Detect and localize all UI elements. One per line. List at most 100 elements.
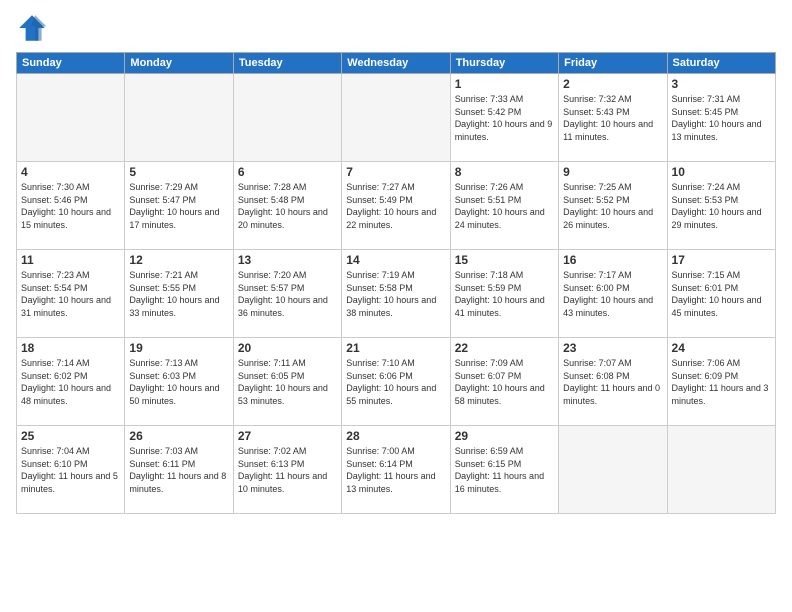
weekday-header: Sunday	[17, 53, 125, 74]
day-detail: Sunrise: 7:14 AMSunset: 6:02 PMDaylight:…	[21, 357, 120, 407]
day-number: 11	[21, 253, 120, 267]
calendar-cell: 20 Sunrise: 7:11 AMSunset: 6:05 PMDayligh…	[233, 338, 341, 426]
day-detail: Sunrise: 7:23 AMSunset: 5:54 PMDaylight:…	[21, 269, 120, 319]
day-number: 3	[672, 77, 771, 91]
day-detail: Sunrise: 7:04 AMSunset: 6:10 PMDaylight:…	[21, 445, 120, 495]
day-number: 27	[238, 429, 337, 443]
day-detail: Sunrise: 7:30 AMSunset: 5:46 PMDaylight:…	[21, 181, 120, 231]
weekday-header-row: SundayMondayTuesdayWednesdayThursdayFrid…	[17, 53, 776, 74]
weekday-header: Friday	[559, 53, 667, 74]
day-detail: Sunrise: 7:03 AMSunset: 6:11 PMDaylight:…	[129, 445, 228, 495]
weekday-header: Thursday	[450, 53, 558, 74]
calendar-cell: 4 Sunrise: 7:30 AMSunset: 5:46 PMDaylight…	[17, 162, 125, 250]
day-detail: Sunrise: 6:59 AMSunset: 6:15 PMDaylight:…	[455, 445, 554, 495]
day-number: 17	[672, 253, 771, 267]
day-number: 10	[672, 165, 771, 179]
day-detail: Sunrise: 7:02 AMSunset: 6:13 PMDaylight:…	[238, 445, 337, 495]
calendar-cell: 23 Sunrise: 7:07 AMSunset: 6:08 PMDayligh…	[559, 338, 667, 426]
day-detail: Sunrise: 7:24 AMSunset: 5:53 PMDaylight:…	[672, 181, 771, 231]
day-number: 26	[129, 429, 228, 443]
calendar-week-row: 18 Sunrise: 7:14 AMSunset: 6:02 PMDayligh…	[17, 338, 776, 426]
day-number: 28	[346, 429, 445, 443]
calendar-week-row: 4 Sunrise: 7:30 AMSunset: 5:46 PMDaylight…	[17, 162, 776, 250]
logo	[16, 12, 52, 44]
calendar-cell: 9 Sunrise: 7:25 AMSunset: 5:52 PMDaylight…	[559, 162, 667, 250]
weekday-header: Monday	[125, 53, 233, 74]
weekday-header: Tuesday	[233, 53, 341, 74]
calendar-cell: 26 Sunrise: 7:03 AMSunset: 6:11 PMDayligh…	[125, 426, 233, 514]
calendar-cell: 28Sunrise: 7:00 AMSunset: 6:14 PMDayligh…	[342, 426, 450, 514]
day-number: 18	[21, 341, 120, 355]
calendar-cell: 25Sunrise: 7:04 AMSunset: 6:10 PMDayligh…	[17, 426, 125, 514]
calendar-cell: 14Sunrise: 7:19 AMSunset: 5:58 PMDayligh…	[342, 250, 450, 338]
day-number: 2	[563, 77, 662, 91]
calendar-cell: 17 Sunrise: 7:15 AMSunset: 6:01 PMDayligh…	[667, 250, 775, 338]
calendar-cell: 5Sunrise: 7:29 AMSunset: 5:47 PMDaylight…	[125, 162, 233, 250]
day-detail: Sunrise: 7:17 AMSunset: 6:00 PMDaylight:…	[563, 269, 662, 319]
calendar-week-row: 1 Sunrise: 7:33 AMSunset: 5:42 PMDaylight…	[17, 74, 776, 162]
logo-icon	[16, 12, 48, 44]
day-detail: Sunrise: 7:33 AMSunset: 5:42 PMDaylight:…	[455, 93, 554, 143]
day-number: 22	[455, 341, 554, 355]
day-number: 1	[455, 77, 554, 91]
calendar-cell	[233, 74, 341, 162]
calendar-cell: 1 Sunrise: 7:33 AMSunset: 5:42 PMDaylight…	[450, 74, 558, 162]
calendar-cell: 10 Sunrise: 7:24 AMSunset: 5:53 PMDayligh…	[667, 162, 775, 250]
day-detail: Sunrise: 7:15 AMSunset: 6:01 PMDaylight:…	[672, 269, 771, 319]
day-number: 12	[129, 253, 228, 267]
day-number: 6	[238, 165, 337, 179]
calendar-cell: 22 Sunrise: 7:09 AMSunset: 6:07 PMDayligh…	[450, 338, 558, 426]
calendar-header: SundayMondayTuesdayWednesdayThursdayFrid…	[17, 53, 776, 74]
calendar-cell	[559, 426, 667, 514]
calendar-body: 1 Sunrise: 7:33 AMSunset: 5:42 PMDaylight…	[17, 74, 776, 514]
day-number: 23	[563, 341, 662, 355]
calendar-cell	[125, 74, 233, 162]
weekday-header: Wednesday	[342, 53, 450, 74]
day-detail: Sunrise: 7:18 AMSunset: 5:59 PMDaylight:…	[455, 269, 554, 319]
day-number: 7	[346, 165, 445, 179]
calendar-cell: 21Sunrise: 7:10 AMSunset: 6:06 PMDayligh…	[342, 338, 450, 426]
calendar-cell: 16 Sunrise: 7:17 AMSunset: 6:00 PMDayligh…	[559, 250, 667, 338]
day-detail: Sunrise: 7:28 AMSunset: 5:48 PMDaylight:…	[238, 181, 337, 231]
day-detail: Sunrise: 7:11 AMSunset: 6:05 PMDaylight:…	[238, 357, 337, 407]
calendar-table: SundayMondayTuesdayWednesdayThursdayFrid…	[16, 52, 776, 514]
day-detail: Sunrise: 7:32 AMSunset: 5:43 PMDaylight:…	[563, 93, 662, 143]
day-detail: Sunrise: 7:09 AMSunset: 6:07 PMDaylight:…	[455, 357, 554, 407]
calendar-cell: 2 Sunrise: 7:32 AMSunset: 5:43 PMDaylight…	[559, 74, 667, 162]
day-detail: Sunrise: 7:27 AMSunset: 5:49 PMDaylight:…	[346, 181, 445, 231]
calendar-cell: 12 Sunrise: 7:21 AMSunset: 5:55 PMDayligh…	[125, 250, 233, 338]
calendar-week-row: 25Sunrise: 7:04 AMSunset: 6:10 PMDayligh…	[17, 426, 776, 514]
day-number: 16	[563, 253, 662, 267]
calendar-cell: 18 Sunrise: 7:14 AMSunset: 6:02 PMDayligh…	[17, 338, 125, 426]
calendar-cell	[667, 426, 775, 514]
calendar-cell: 7 Sunrise: 7:27 AMSunset: 5:49 PMDaylight…	[342, 162, 450, 250]
calendar-cell: 11 Sunrise: 7:23 AMSunset: 5:54 PMDayligh…	[17, 250, 125, 338]
calendar-cell: 24Sunrise: 7:06 AMSunset: 6:09 PMDayligh…	[667, 338, 775, 426]
calendar-cell	[17, 74, 125, 162]
calendar-cell: 13 Sunrise: 7:20 AMSunset: 5:57 PMDayligh…	[233, 250, 341, 338]
day-number: 14	[346, 253, 445, 267]
header	[16, 12, 776, 44]
day-detail: Sunrise: 7:29 AMSunset: 5:47 PMDaylight:…	[129, 181, 228, 231]
day-detail: Sunrise: 7:20 AMSunset: 5:57 PMDaylight:…	[238, 269, 337, 319]
calendar-cell: 19Sunrise: 7:13 AMSunset: 6:03 PMDayligh…	[125, 338, 233, 426]
day-detail: Sunrise: 7:10 AMSunset: 6:06 PMDaylight:…	[346, 357, 445, 407]
day-number: 9	[563, 165, 662, 179]
day-detail: Sunrise: 7:06 AMSunset: 6:09 PMDaylight:…	[672, 357, 771, 407]
calendar-cell: 8Sunrise: 7:26 AMSunset: 5:51 PMDaylight…	[450, 162, 558, 250]
calendar-cell	[342, 74, 450, 162]
day-number: 20	[238, 341, 337, 355]
day-number: 29	[455, 429, 554, 443]
day-detail: Sunrise: 7:07 AMSunset: 6:08 PMDaylight:…	[563, 357, 662, 407]
calendar-cell: 29 Sunrise: 6:59 AMSunset: 6:15 PMDayligh…	[450, 426, 558, 514]
day-detail: Sunrise: 7:21 AMSunset: 5:55 PMDaylight:…	[129, 269, 228, 319]
day-detail: Sunrise: 7:31 AMSunset: 5:45 PMDaylight:…	[672, 93, 771, 143]
day-detail: Sunrise: 7:25 AMSunset: 5:52 PMDaylight:…	[563, 181, 662, 231]
page: SundayMondayTuesdayWednesdayThursdayFrid…	[0, 0, 792, 612]
calendar-cell: 3 Sunrise: 7:31 AMSunset: 5:45 PMDaylight…	[667, 74, 775, 162]
calendar-cell: 15 Sunrise: 7:18 AMSunset: 5:59 PMDayligh…	[450, 250, 558, 338]
calendar-week-row: 11 Sunrise: 7:23 AMSunset: 5:54 PMDayligh…	[17, 250, 776, 338]
day-number: 15	[455, 253, 554, 267]
day-number: 4	[21, 165, 120, 179]
day-number: 13	[238, 253, 337, 267]
